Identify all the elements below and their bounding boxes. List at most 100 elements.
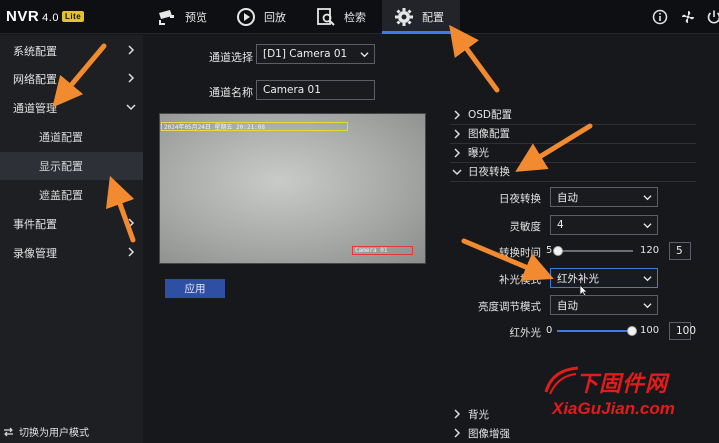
slider-knob[interactable] — [627, 326, 637, 336]
day-night-mode-label: 日夜转换 — [499, 193, 541, 205]
ir-light-slider[interactable] — [557, 325, 637, 337]
ir-light-input[interactable]: 100 — [669, 322, 696, 340]
switch-user-mode-label: 切换为用户模式 — [19, 428, 89, 439]
sidebar-item-label: 录像管理 — [13, 247, 57, 260]
slider-knob[interactable] — [553, 246, 563, 256]
sensitivity-select[interactable]: 4 — [550, 215, 658, 235]
switch-user-mode[interactable]: 切换为用户模式 — [3, 424, 89, 439]
watermark-logo-icon — [544, 366, 579, 395]
sidebar-item-label: 系统配置 — [13, 45, 57, 58]
osd-name-text: Camera 01 — [355, 247, 388, 254]
switch-time-label: 转换时间 — [499, 247, 541, 259]
channel-select-label: 通道选择 — [209, 51, 253, 64]
sidebar-item-label: 显示配置 — [39, 160, 83, 173]
gear-icon — [395, 8, 413, 26]
osd-timestamp-box[interactable]: 2024年05月24日 星期五 20:21:08 — [161, 122, 348, 131]
chevron-right-icon — [454, 128, 461, 139]
sidebar-item-network[interactable]: 网络配置 — [0, 65, 143, 93]
sidebar-item-label: 网络配置 — [13, 73, 57, 86]
slider-fill — [557, 330, 633, 332]
switch-time-slider[interactable] — [553, 245, 633, 257]
chevron-down-icon — [126, 104, 136, 111]
edition-badge: Lite — [61, 11, 85, 22]
slider-track — [555, 250, 633, 252]
chevron-right-icon — [128, 73, 135, 83]
tab-config[interactable]: 配置 — [382, 0, 460, 34]
sidebar-item-event-config[interactable]: 事件配置 — [0, 210, 143, 238]
sidebar-item-channel-management[interactable]: 通道管理 — [0, 94, 143, 122]
tab-search-label: 检索 — [344, 11, 366, 24]
logo-text: NVR — [6, 8, 40, 25]
section-day-night-label: 日夜转换 — [468, 166, 510, 178]
sidebar: 系统配置 网络配置 通道管理 通道配置 显示配置 遮盖配置 事件配置 录像管理 — [0, 35, 143, 443]
chevron-right-icon — [454, 428, 461, 438]
sidebar-item-system[interactable]: 系统配置 — [0, 37, 143, 65]
section-osd-label: OSD配置 — [468, 109, 513, 121]
sensitivity-value: 4 — [557, 219, 564, 231]
osd-name-box[interactable]: Camera 01 — [352, 246, 413, 255]
switch-time-max: 120 — [640, 245, 660, 256]
chevron-right-icon — [128, 218, 135, 228]
chevron-down-icon — [452, 168, 462, 175]
section-image-label: 图像配置 — [468, 128, 510, 140]
sidebar-item-mask-config[interactable]: 遮盖配置 — [0, 181, 143, 209]
channel-select-value: [D1] Camera 01 — [263, 48, 348, 60]
camera-icon — [159, 10, 174, 25]
search-doc-icon — [317, 8, 335, 26]
brightness-mode-value: 自动 — [557, 299, 578, 312]
section-image[interactable]: 图像配置 — [450, 124, 696, 144]
section-day-night[interactable]: 日夜转换 — [450, 162, 696, 182]
tab-preview[interactable]: 预览 — [145, 0, 219, 34]
chevron-right-icon — [128, 247, 135, 257]
chevron-down-icon — [643, 195, 652, 201]
sidebar-item-label: 遮盖配置 — [39, 189, 83, 202]
day-night-mode-value: 自动 — [557, 191, 578, 204]
watermark-title: 下固件网 — [576, 371, 669, 397]
switch-time-value: 5 — [676, 245, 683, 257]
section-exposure[interactable]: 曝光 — [450, 143, 696, 163]
tab-playback-label: 回放 — [264, 11, 286, 24]
top-bar: NVR 4.0 Lite 预览 回放 检索 配置 — [0, 0, 719, 34]
playback-icon — [237, 8, 255, 26]
power-icon[interactable] — [706, 9, 719, 25]
switch-time-input[interactable]: 5 — [669, 242, 691, 260]
section-osd[interactable]: OSD配置 — [450, 105, 696, 125]
ir-light-min: 0 — [546, 325, 553, 336]
channel-name-label: 通道名称 — [209, 86, 253, 99]
tab-search[interactable]: 检索 — [304, 0, 378, 34]
osd-timestamp-text: 2024年05月24日 星期五 20:21:08 — [164, 124, 266, 131]
chevron-down-icon — [360, 52, 369, 58]
channel-name-input[interactable]: Camera 01 — [256, 80, 375, 100]
brightness-mode-label: 亮度调节模式 — [478, 301, 541, 313]
fan-icon[interactable] — [680, 9, 696, 25]
sidebar-item-display-config[interactable]: 显示配置 — [0, 152, 143, 180]
fill-light-mode-label: 补光模式 — [499, 274, 541, 286]
apply-button-label: 应用 — [184, 283, 206, 295]
chevron-right-icon — [128, 45, 135, 55]
apply-button[interactable]: 应用 — [165, 279, 225, 298]
ir-light-label: 红外光 — [509, 327, 542, 339]
section-image-enhance[interactable]: 图像增强 — [450, 423, 696, 443]
channel-name-value: Camera 01 — [263, 84, 321, 96]
tab-config-label: 配置 — [422, 11, 444, 24]
channel-select[interactable]: [D1] Camera 01 — [256, 44, 375, 64]
chevron-down-icon — [643, 303, 652, 309]
sidebar-item-label: 事件配置 — [13, 218, 57, 231]
day-night-mode-select[interactable]: 自动 — [550, 187, 658, 207]
tab-preview-label: 预览 — [185, 11, 207, 24]
app-logo: NVR 4.0 Lite — [6, 8, 85, 25]
fill-light-mode-select[interactable]: 红外补光 — [550, 268, 658, 288]
sidebar-item-record-management[interactable]: 录像管理 — [0, 239, 143, 267]
fill-light-mode-value: 红外补光 — [557, 272, 599, 285]
sidebar-item-channel-config[interactable]: 通道配置 — [0, 123, 143, 151]
chevron-right-icon — [454, 109, 461, 120]
brightness-mode-select[interactable]: 自动 — [550, 295, 658, 315]
section-backlight-label: 背光 — [468, 408, 489, 421]
tab-playback[interactable]: 回放 — [224, 0, 298, 34]
chevron-down-icon — [643, 223, 652, 229]
section-exposure-label: 曝光 — [468, 147, 489, 159]
version-text: 4.0 — [42, 12, 59, 24]
info-icon[interactable] — [652, 9, 668, 25]
switch-arrows-icon — [4, 427, 13, 436]
sidebar-item-label: 通道管理 — [13, 102, 57, 115]
